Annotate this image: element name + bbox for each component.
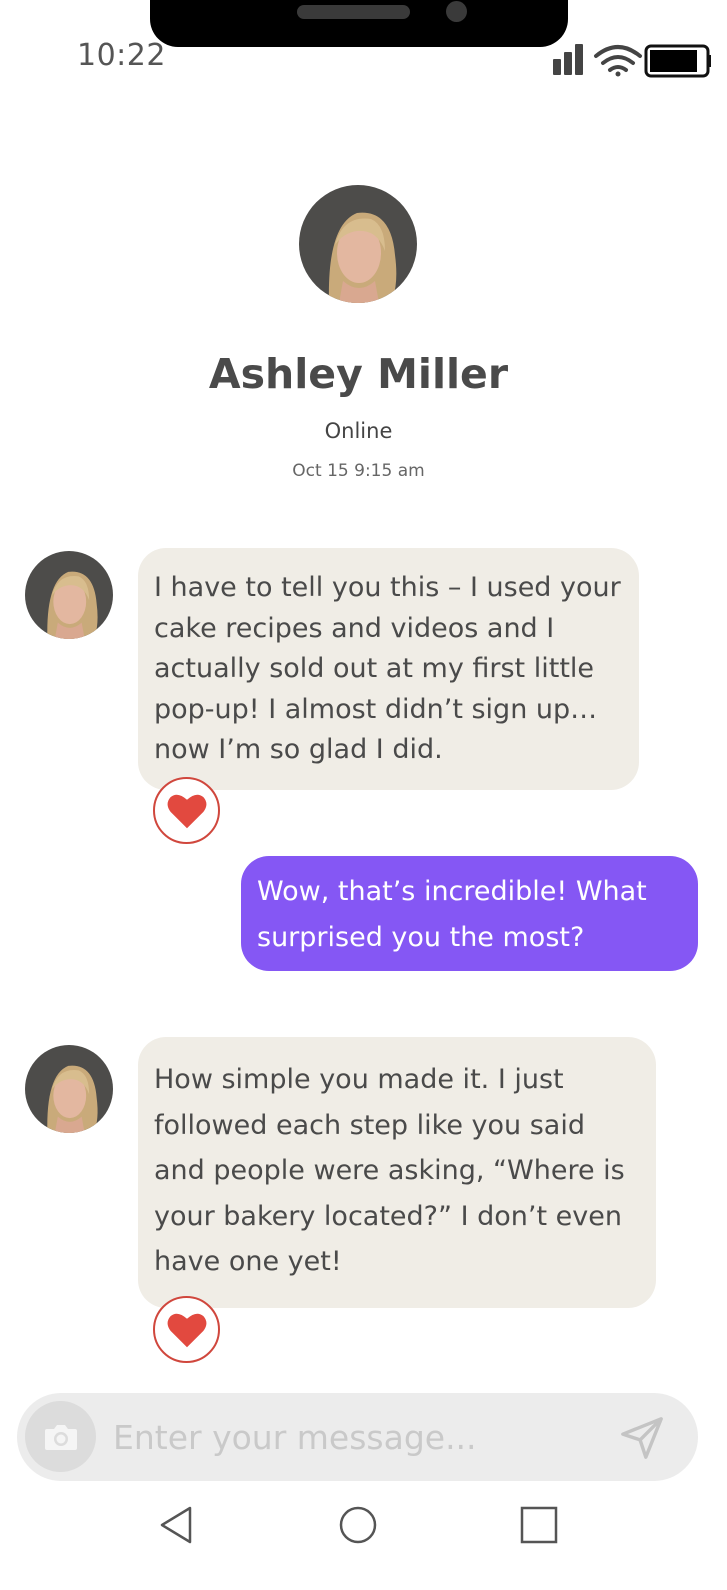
incoming-message[interactable]: I have to tell you this – I used your ca… bbox=[138, 548, 639, 790]
front-camera bbox=[446, 1, 467, 22]
phone-notch bbox=[150, 0, 568, 47]
heart-reaction[interactable] bbox=[153, 1296, 220, 1363]
contact-name: Ashley Miller bbox=[208, 350, 509, 398]
heart-icon bbox=[167, 1313, 206, 1347]
heart-reaction[interactable] bbox=[153, 777, 220, 844]
outgoing-message[interactable]: Wow, that’s incredible! What surprised y… bbox=[241, 856, 698, 971]
incoming-message[interactable]: How simple you made it. I just followed … bbox=[138, 1037, 656, 1308]
conversation-timestamp: Oct 15 9:15 am bbox=[292, 461, 425, 481]
status-time: 10:22 bbox=[77, 38, 166, 73]
back-button[interactable] bbox=[151, 1500, 201, 1550]
message-input[interactable] bbox=[113, 1411, 603, 1463]
back-icon bbox=[160, 1506, 192, 1544]
status-icons bbox=[553, 44, 711, 78]
camera-button[interactable] bbox=[25, 1401, 96, 1472]
home-button[interactable] bbox=[333, 1500, 383, 1550]
signal-icon bbox=[553, 44, 583, 75]
navigation-bar bbox=[0, 1500, 717, 1560]
heart-icon bbox=[167, 794, 206, 828]
contact-avatar[interactable] bbox=[299, 185, 417, 303]
message-composer bbox=[17, 1393, 698, 1481]
speaker-grille bbox=[297, 5, 410, 19]
battery-icon bbox=[644, 44, 711, 78]
message-avatar[interactable] bbox=[25, 1045, 113, 1133]
camera-icon bbox=[44, 1424, 77, 1450]
message-avatar[interactable] bbox=[25, 551, 113, 639]
home-icon bbox=[339, 1506, 377, 1544]
contact-status: Online bbox=[324, 419, 393, 443]
wifi-icon bbox=[594, 45, 642, 77]
avatar-photo bbox=[25, 551, 113, 639]
send-button[interactable] bbox=[617, 1413, 667, 1463]
send-icon bbox=[621, 1417, 663, 1459]
recents-button[interactable] bbox=[514, 1500, 564, 1550]
avatar-photo bbox=[25, 1045, 113, 1133]
avatar-photo bbox=[299, 185, 417, 303]
recents-icon bbox=[520, 1506, 558, 1544]
